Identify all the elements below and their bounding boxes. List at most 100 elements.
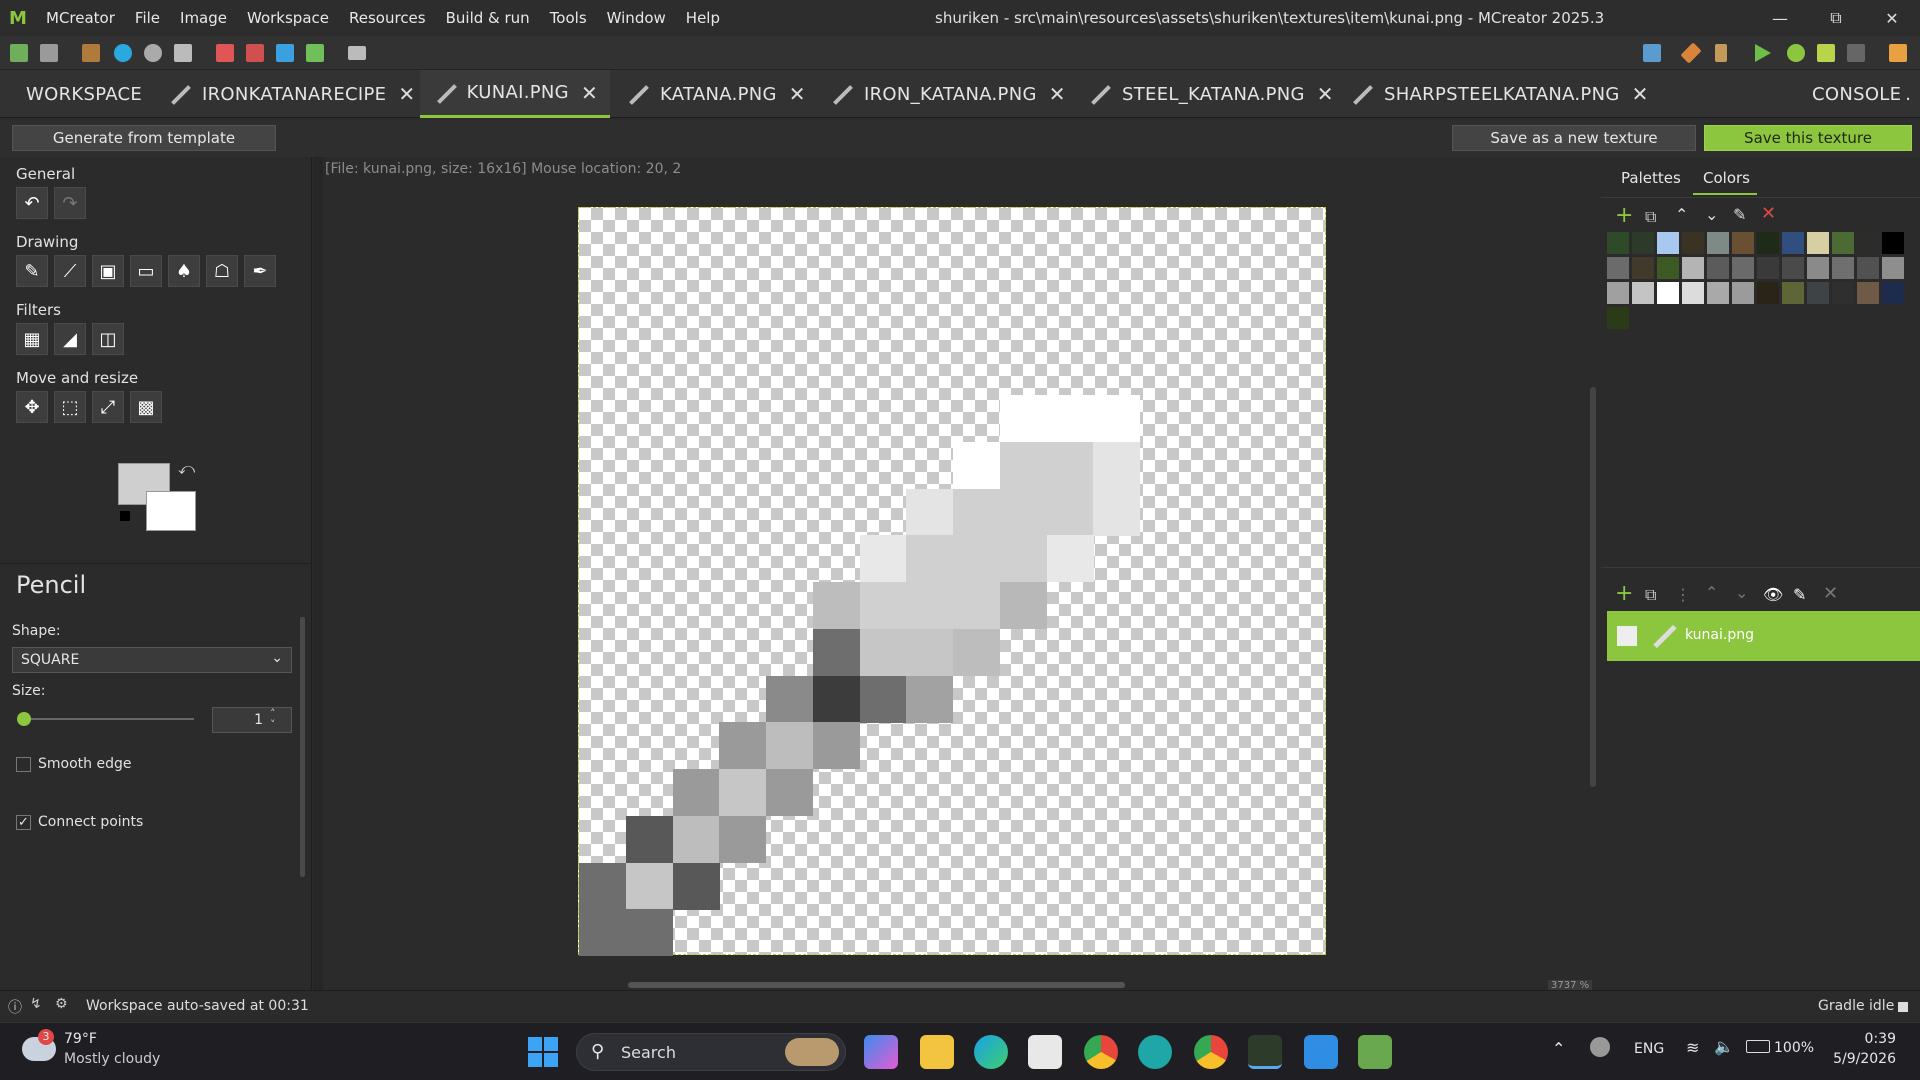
- tab-workspace[interactable]: WORKSPACE: [26, 70, 142, 118]
- palette-swatch[interactable]: [1607, 232, 1629, 254]
- add-layer-icon[interactable]: +: [1615, 581, 1633, 606]
- layer-resize-icon[interactable]: ▩: [130, 391, 162, 423]
- line-icon[interactable]: ⟋: [54, 255, 86, 287]
- palette-swatch[interactable]: [1732, 257, 1754, 279]
- tab-iron-katana[interactable]: IRON_KATANA.PNG ✕: [828, 70, 1066, 118]
- tab-steel-katana[interactable]: STEEL_KATANA.PNG ✕: [1086, 70, 1334, 118]
- animation-icon[interactable]: [246, 44, 264, 62]
- chrome-icon[interactable]: [1084, 1035, 1118, 1069]
- save-texture-button[interactable]: Save this texture: [1704, 125, 1912, 151]
- palette-swatch[interactable]: [1682, 232, 1704, 254]
- palette-swatch[interactable]: [1832, 282, 1854, 304]
- tab-sharpsteelkatana[interactable]: SHARPSTEELKATANA.PNG ✕: [1348, 70, 1649, 118]
- left-splitter[interactable]: [313, 157, 323, 990]
- close-tab-icon[interactable]: ✕: [1317, 82, 1334, 106]
- palette-swatch[interactable]: [1807, 257, 1829, 279]
- windows-start-icon[interactable]: [528, 1037, 558, 1067]
- generate-from-template-button[interactable]: Generate from template: [12, 125, 276, 151]
- palette-swatch[interactable]: [1707, 232, 1729, 254]
- tools-icon[interactable]: [348, 46, 366, 60]
- palette-swatch[interactable]: [1682, 257, 1704, 279]
- grid-icon[interactable]: [276, 44, 294, 62]
- menu-window[interactable]: Window: [597, 9, 676, 27]
- tag-icon[interactable]: [1680, 42, 1702, 64]
- palette-swatch[interactable]: [1832, 232, 1854, 254]
- merge-layer-icon[interactable]: ⋮: [1675, 585, 1691, 604]
- debug-icon[interactable]: [1787, 44, 1805, 62]
- close-tab-icon[interactable]: ✕: [398, 82, 415, 106]
- smooth-edge-checkbox[interactable]: [16, 757, 31, 772]
- shape-select[interactable]: SQUARE ⌄: [12, 647, 292, 673]
- clock-time[interactable]: 0:39: [1836, 1031, 1896, 1047]
- palette-swatch[interactable]: [1632, 257, 1654, 279]
- paint-icon[interactable]: [1304, 1035, 1338, 1069]
- horizontal-scrollbar[interactable]: [628, 982, 1125, 988]
- duplicate-color-icon[interactable]: ⧉: [1645, 207, 1656, 227]
- connect-points-checkbox[interactable]: ✓: [16, 815, 31, 830]
- undo-icon[interactable]: ↶: [16, 187, 48, 219]
- language-indicator[interactable]: ENG: [1634, 1041, 1664, 1057]
- minecraft-icon[interactable]: [1358, 1035, 1392, 1069]
- import-icon[interactable]: [82, 44, 100, 62]
- texture-canvas[interactable]: [578, 207, 1326, 957]
- layer-up-icon[interactable]: ⌃: [1705, 583, 1718, 602]
- palette-swatch[interactable]: [1882, 282, 1904, 304]
- menu-workspace[interactable]: Workspace: [237, 9, 339, 27]
- palette-swatch[interactable]: [1707, 257, 1729, 279]
- tray-app-icon[interactable]: [1590, 1037, 1610, 1057]
- globe-icon[interactable]: [114, 44, 132, 62]
- store-icon[interactable]: [1028, 1035, 1062, 1069]
- contrast-icon[interactable]: ◢: [54, 323, 86, 355]
- palette-swatch[interactable]: [1707, 282, 1729, 304]
- palette-swatch[interactable]: [1632, 282, 1654, 304]
- palette-swatch[interactable]: [1607, 282, 1629, 304]
- info-icon[interactable]: ⓘ: [8, 997, 22, 1017]
- workspace-icon[interactable]: [10, 44, 28, 62]
- palette-swatch[interactable]: [1632, 232, 1654, 254]
- size-slider-handle[interactable]: [17, 712, 31, 726]
- stamp-icon[interactable]: ♠: [168, 255, 200, 287]
- palette-swatch[interactable]: [1782, 232, 1804, 254]
- paint-roller-icon[interactable]: ▦: [16, 323, 48, 355]
- layer-row[interactable]: kunai.png: [1607, 611, 1920, 661]
- palette-swatch[interactable]: [1607, 257, 1629, 279]
- duplicate-layer-icon[interactable]: ⧉: [1645, 585, 1656, 605]
- layer-visibility-checkbox[interactable]: [1617, 626, 1637, 646]
- palette-swatch[interactable]: [1882, 232, 1904, 254]
- chrome-profile-icon[interactable]: [1194, 1035, 1228, 1069]
- close-tab-icon[interactable]: ✕: [581, 81, 598, 105]
- move-up-icon[interactable]: ⌃: [1675, 205, 1688, 224]
- move-down-icon[interactable]: ⌄: [1705, 205, 1718, 224]
- spinner-arrows-icon[interactable]: ˄ ˅: [270, 708, 276, 730]
- palette-swatch[interactable]: [1732, 232, 1754, 254]
- hammer-icon[interactable]: [1715, 44, 1727, 62]
- add-color-icon[interactable]: +: [1615, 203, 1633, 228]
- volume-icon[interactable]: 🔈: [1714, 1037, 1734, 1056]
- palette-swatch[interactable]: [1757, 282, 1779, 304]
- menu-image[interactable]: Image: [170, 9, 237, 27]
- gear-icon[interactable]: ⚙: [55, 996, 68, 1012]
- palette-swatch[interactable]: [1807, 282, 1829, 304]
- menu-file[interactable]: File: [125, 9, 170, 27]
- eyedropper-icon[interactable]: ✒: [244, 255, 276, 287]
- export-icon[interactable]: [174, 44, 192, 62]
- battery-icon[interactable]: [1746, 1040, 1770, 1053]
- pencil-icon[interactable]: ✎: [16, 255, 48, 287]
- redo-icon[interactable]: ↷: [54, 187, 86, 219]
- palette-swatch[interactable]: [1732, 282, 1754, 304]
- minimize-icon[interactable]: —: [1752, 0, 1808, 36]
- menu-resources[interactable]: Resources: [339, 9, 436, 27]
- vertical-scrollbar[interactable]: [1590, 387, 1596, 787]
- palette-swatch[interactable]: [1807, 232, 1829, 254]
- palette-swatch[interactable]: [1857, 257, 1879, 279]
- export-mod-icon[interactable]: [1889, 44, 1907, 62]
- resize-icon[interactable]: ⤢: [92, 391, 124, 423]
- menu-tools[interactable]: Tools: [540, 9, 597, 27]
- tab-katana[interactable]: KATANA.PNG ✕: [624, 70, 806, 118]
- palette-swatch[interactable]: [1757, 232, 1779, 254]
- tray-chevron-icon[interactable]: ⌃: [1552, 1039, 1565, 1058]
- secondary-color-swatch[interactable]: [146, 491, 196, 531]
- swap-colors-icon[interactable]: ⤺: [178, 459, 195, 479]
- delete-layer-icon[interactable]: ✕: [1823, 583, 1838, 604]
- close-tab-icon[interactable]: ✕: [1632, 82, 1649, 106]
